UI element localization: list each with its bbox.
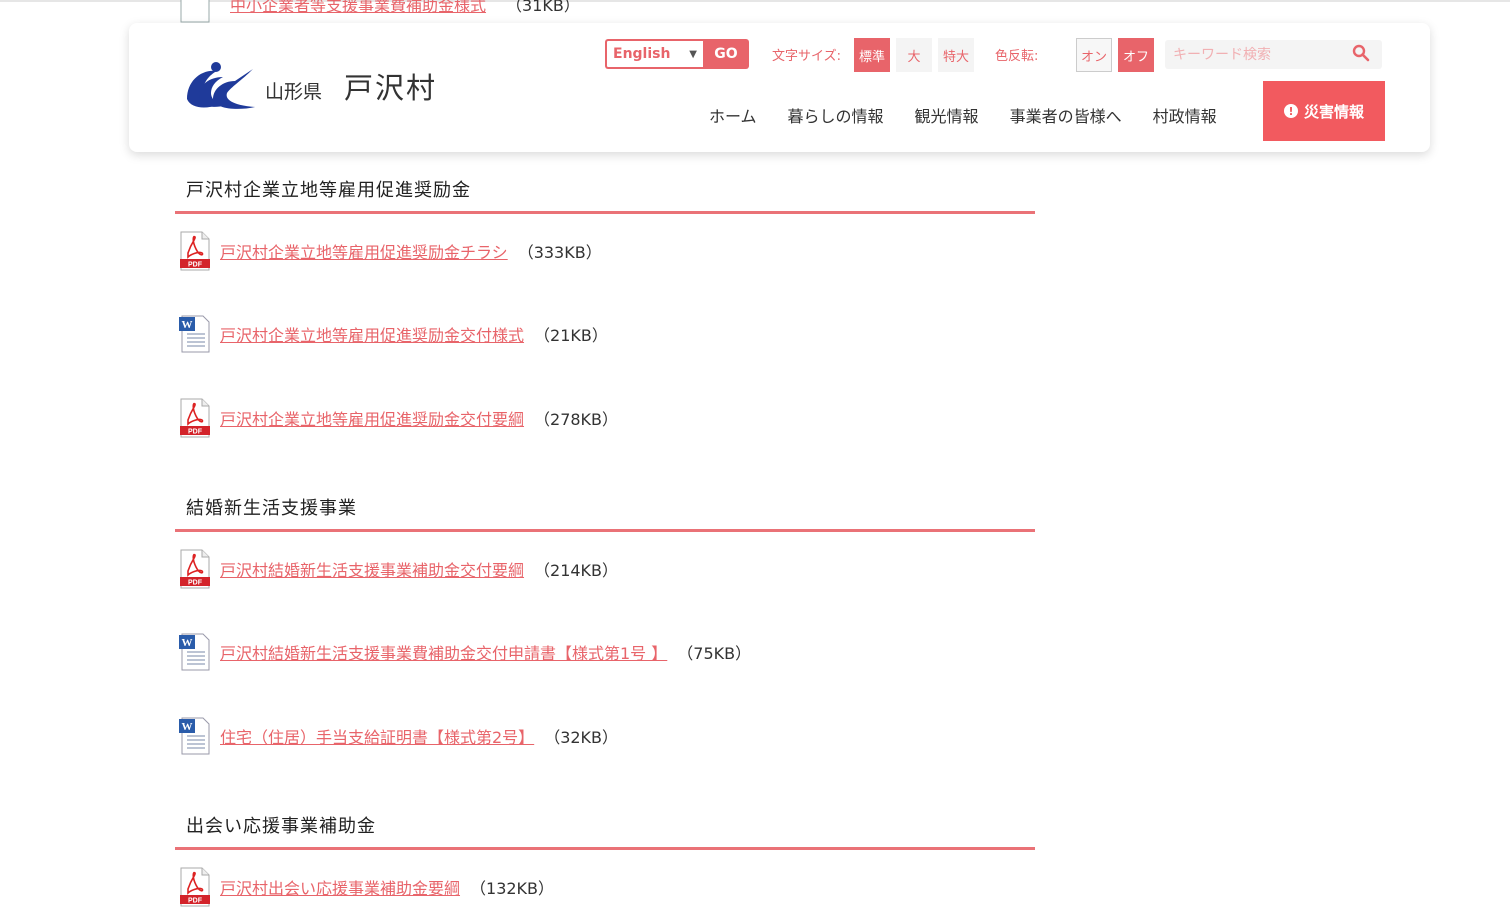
pdf-icon: PDF [180, 549, 210, 589]
svg-text:W: W [183, 0, 193, 1]
svg-text:PDF: PDF [188, 262, 203, 269]
search-icon[interactable] [1352, 44, 1370, 62]
file-item: W 戸沢村結婚新生活支援事業費補助金交付申請書【様式第1号 】 （75KB） [178, 632, 751, 672]
file-item: PDF 戸沢村出会い応援事業補助金要綱 （132KB） [178, 867, 554, 907]
file-size: （333KB） [517, 243, 602, 262]
language-select[interactable]: English ▼ [605, 39, 703, 69]
file-link[interactable]: 住宅（住居）手当支給証明書【様式第2号】 [220, 724, 534, 748]
color-invert-on-button[interactable]: オン [1076, 38, 1112, 72]
file-size: （21KB） [534, 326, 608, 345]
svg-text:W: W [182, 721, 193, 733]
word-icon: W [179, 717, 210, 755]
nav-business[interactable]: 事業者の皆様へ [1010, 103, 1122, 127]
file-item: W 住宅（住居）手当支給証明書【様式第2号】 （32KB） [178, 716, 618, 756]
file-size: （278KB） [534, 410, 619, 429]
file-item-partial: W 中小企業者等支援事業費補助金様式 （31KB） [178, 0, 580, 23]
section-title: 出会い応援事業補助金 [175, 812, 1035, 850]
site-logo[interactable]: 山形県 戸沢村 [179, 59, 437, 113]
alert-icon: ! [1283, 104, 1298, 118]
file-link[interactable]: 戸沢村出会い応援事業補助金要綱 [220, 875, 460, 899]
file-link[interactable]: 戸沢村結婚新生活支援事業費補助金交付申請書【様式第1号 】 [220, 640, 667, 664]
main-nav: ホーム 暮らしの情報 観光情報 事業者の皆様へ 村政情報 [709, 103, 1248, 127]
color-invert-label: 色反転: [995, 49, 1039, 64]
font-size-standard-button[interactable]: 標準 [854, 38, 890, 72]
svg-text:W: W [182, 319, 193, 331]
file-item: PDF 戸沢村企業立地等雇用促進奨励金交付要綱 （278KB） [178, 398, 618, 438]
section-title: 戸沢村企業立地等雇用促進奨励金 [175, 176, 1035, 214]
svg-text:PDF: PDF [188, 429, 203, 436]
file-link[interactable]: 戸沢村企業立地等雇用促進奨励金交付様式 [220, 322, 524, 346]
section-title: 結婚新生活支援事業 [175, 494, 1035, 532]
color-invert-off-button[interactable]: オフ [1118, 38, 1154, 72]
word-icon: W [179, 633, 210, 671]
file-link[interactable]: 戸沢村企業立地等雇用促進奨励金交付要綱 [220, 406, 524, 430]
font-size-large-button[interactable]: 大 [896, 38, 932, 72]
disaster-info-button[interactable]: ! 災害情報 [1263, 81, 1385, 141]
font-size-label: 文字サイズ: [772, 49, 841, 64]
pdf-icon: PDF [180, 867, 210, 907]
language-selected: English [613, 46, 671, 62]
logo-prefecture: 山形県 [265, 80, 323, 103]
file-link[interactable]: 戸沢村企業立地等雇用促進奨励金チラシ [220, 239, 508, 263]
file-item: PDF 戸沢村企業立地等雇用促進奨励金チラシ （333KB） [178, 231, 602, 271]
nav-home[interactable]: ホーム [709, 103, 757, 127]
disaster-label: 災害情報 [1303, 102, 1364, 121]
search-input[interactable] [1171, 45, 1351, 64]
pdf-icon: PDF [180, 398, 210, 438]
file-item: PDF 戸沢村結婚新生活支援事業補助金交付要綱 （214KB） [178, 549, 618, 589]
nav-administration[interactable]: 村政情報 [1153, 103, 1217, 127]
logo-village-name: 戸沢村 [344, 71, 438, 105]
pdf-icon: PDF [180, 231, 210, 271]
svg-text:PDF: PDF [188, 580, 203, 587]
svg-text:W: W [182, 637, 193, 649]
word-icon: W [179, 315, 210, 353]
font-size-xlarge-button[interactable]: 特大 [938, 38, 974, 72]
file-item: W 戸沢村企業立地等雇用促進奨励金交付様式 （21KB） [178, 314, 608, 354]
file-size: （214KB） [534, 561, 619, 580]
file-size: （132KB） [470, 879, 555, 898]
file-link[interactable]: 戸沢村結婚新生活支援事業補助金交付要綱 [220, 557, 524, 581]
search-box [1165, 40, 1382, 69]
language-go-button[interactable]: GO [703, 39, 749, 69]
file-size: （31KB） [506, 0, 580, 15]
nav-living[interactable]: 暮らしの情報 [788, 103, 884, 127]
file-size: （75KB） [677, 644, 752, 663]
chevron-down-icon: ▼ [689, 48, 697, 60]
file-link[interactable]: 中小企業者等支援事業費補助金様式 [230, 0, 486, 16]
village-emblem-icon [187, 62, 255, 109]
word-icon: W [180, 0, 210, 23]
site-header: 山形県 戸沢村 English ▼ GO 文字サイズ: 標準 大 特大 色反転:… [129, 23, 1430, 152]
svg-text:PDF: PDF [188, 898, 203, 905]
file-size: （32KB） [544, 728, 619, 747]
nav-tourism[interactable]: 観光情報 [915, 103, 979, 127]
